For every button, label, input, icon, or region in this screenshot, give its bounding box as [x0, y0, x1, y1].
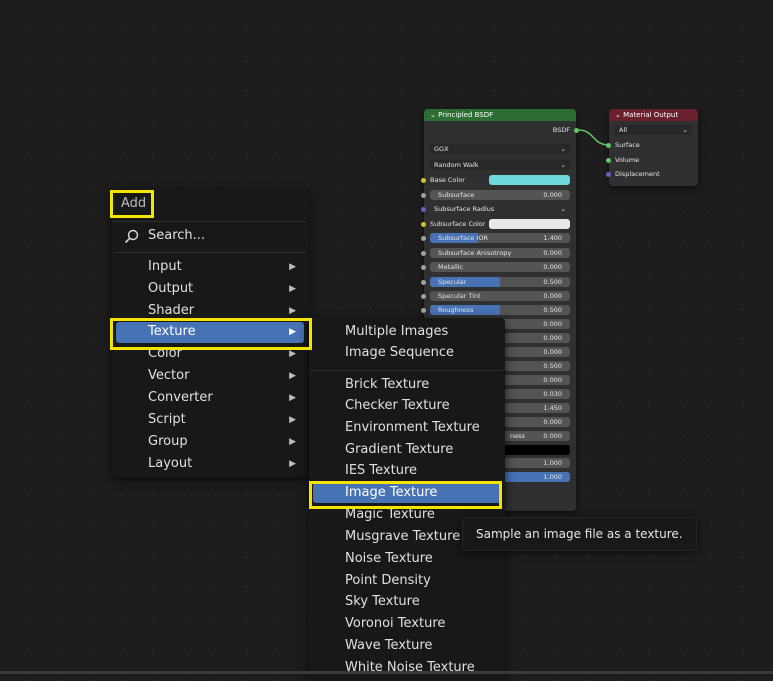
specular-field[interactable]: Specular 0.500: [430, 277, 570, 287]
menu-item-image-sequence[interactable]: Image Sequence: [313, 343, 501, 363]
submenu-arrow-icon: ▶: [289, 327, 296, 337]
texture-submenu: Multiple Images Image Sequence Brick Tex…: [309, 318, 505, 681]
bsdf-output-socket[interactable]: [574, 128, 579, 133]
subsurface-field[interactable]: Subsurface 0.000: [430, 190, 570, 200]
subsurface-ior-field[interactable]: Subsurface IOR 1.400: [430, 233, 570, 243]
surface-socket[interactable]: [606, 143, 611, 148]
menu-separator: [114, 252, 306, 253]
metallic-field[interactable]: Metallic 0.000: [430, 262, 570, 272]
bsdf-output-label: BSDF: [552, 126, 570, 134]
node-header[interactable]: ⌄ Principled BSDF: [424, 109, 576, 121]
specular-socket[interactable]: [421, 280, 426, 285]
submenu-arrow-icon: ▶: [289, 393, 296, 403]
submenu-arrow-icon: ▶: [289, 437, 296, 447]
search-icon: [124, 229, 139, 244]
chevron-down-icon: ⌄: [682, 126, 688, 134]
subsurface-color-socket[interactable]: [421, 222, 426, 227]
chevron-down-icon: ⌄: [560, 205, 566, 213]
tooltip-text: Sample an image file as a texture.: [476, 527, 683, 541]
distribution-dropdown[interactable]: GGX ⌄: [430, 144, 570, 154]
node-title: Material Output: [623, 111, 679, 119]
menu-item-gradient-texture[interactable]: Gradient Texture: [313, 440, 501, 460]
menu-item-sky-texture[interactable]: Sky Texture: [313, 592, 501, 612]
target-dropdown[interactable]: All ⌄: [615, 125, 692, 135]
submenu-arrow-icon: ▶: [289, 262, 296, 272]
specular-tint-field[interactable]: Specular Tint 0.000: [430, 291, 570, 301]
menu-item-image-texture[interactable]: Image Texture: [313, 483, 501, 503]
subsurface-anisotropy-field[interactable]: Subsurface Anisotropy 0.000: [430, 248, 570, 258]
submenu-arrow-icon: ▶: [289, 284, 296, 294]
menu-item-group[interactable]: Group ▶: [116, 432, 304, 452]
metallic-socket[interactable]: [421, 265, 426, 270]
menu-item-vector[interactable]: Vector ▶: [116, 366, 304, 386]
displacement-label: Displacement: [615, 170, 660, 178]
subsurface-radius-dropdown[interactable]: Subsurface Radius ⌄: [430, 204, 570, 214]
menu-item-voronoi-texture[interactable]: Voronoi Texture: [313, 614, 501, 634]
menu-item-script[interactable]: Script ▶: [116, 410, 304, 430]
menu-item-environment-texture[interactable]: Environment Texture: [313, 418, 501, 438]
chevron-down-icon: ⌄: [560, 161, 566, 169]
subsurface-ior-socket[interactable]: [421, 236, 426, 241]
node-title: Principled BSDF: [438, 111, 494, 119]
volume-label: Volume: [615, 156, 640, 164]
editor-bottom-edge: [0, 671, 773, 674]
base-color-swatch[interactable]: [489, 175, 570, 185]
menu-item-point-density[interactable]: Point Density: [313, 571, 501, 591]
menu-item-checker-texture[interactable]: Checker Texture: [313, 396, 501, 416]
bsdf-output-row: BSDF: [430, 125, 570, 135]
menu-item-converter[interactable]: Converter ▶: [116, 388, 304, 408]
search-menu-item[interactable]: Search...: [116, 226, 304, 246]
volume-socket[interactable]: [606, 158, 611, 163]
menu-item-color[interactable]: Color ▶: [116, 344, 304, 364]
menu-item-noise-texture[interactable]: Noise Texture: [313, 549, 501, 569]
submenu-arrow-icon: ▶: [289, 371, 296, 381]
roughness-socket[interactable]: [421, 308, 426, 313]
menu-item-output[interactable]: Output ▶: [116, 279, 304, 299]
tooltip: Sample an image file as a texture.: [462, 517, 697, 551]
subsurface-radius-socket[interactable]: [421, 207, 426, 212]
chevron-down-icon: ⌄: [560, 145, 566, 153]
menu-item-wave-texture[interactable]: Wave Texture: [313, 636, 501, 656]
subsurface-color-swatch[interactable]: [489, 219, 570, 229]
subsurface-method-dropdown[interactable]: Random Walk ⌄: [430, 160, 570, 170]
surface-label: Surface: [615, 141, 640, 149]
submenu-arrow-icon: ▶: [289, 306, 296, 316]
submenu-arrow-icon: ▶: [289, 459, 296, 469]
menu-item-input[interactable]: Input ▶: [116, 257, 304, 277]
menu-separator: [311, 370, 503, 371]
menu-item-brick-texture[interactable]: Brick Texture: [313, 375, 501, 395]
specular-tint-socket[interactable]: [421, 294, 426, 299]
menu-item-shader[interactable]: Shader ▶: [116, 301, 304, 321]
menu-item-multiple-images[interactable]: Multiple Images: [313, 322, 501, 342]
add-menu: Add Search... Input ▶ Output ▶ Shader ▶ Tex…: [112, 189, 308, 477]
menu-item-white-noise-texture[interactable]: White Noise Texture: [313, 658, 501, 678]
base-color-socket[interactable]: [421, 178, 426, 183]
menu-item-ies-texture[interactable]: IES Texture: [313, 461, 501, 481]
menu-item-texture[interactable]: Texture ▶: [116, 322, 304, 343]
material-output-node[interactable]: ⌄ Material Output All ⌄ Surface Volume Di…: [606, 109, 698, 186]
add-menu-title: Add: [121, 196, 147, 211]
displacement-socket[interactable]: [606, 172, 611, 177]
roughness-field[interactable]: Roughness 0.500: [430, 305, 570, 315]
submenu-arrow-icon: ▶: [289, 415, 296, 425]
menu-separator: [114, 221, 306, 222]
node-header[interactable]: ⌄ Material Output: [609, 109, 698, 121]
collapse-chevron-icon[interactable]: ⌄: [615, 111, 621, 119]
collapse-chevron-icon[interactable]: ⌄: [430, 111, 436, 119]
submenu-arrow-icon: ▶: [289, 349, 296, 359]
subsurface-anisotropy-socket[interactable]: [421, 251, 426, 256]
subsurface-socket[interactable]: [421, 193, 426, 198]
menu-item-layout[interactable]: Layout ▶: [116, 454, 304, 474]
